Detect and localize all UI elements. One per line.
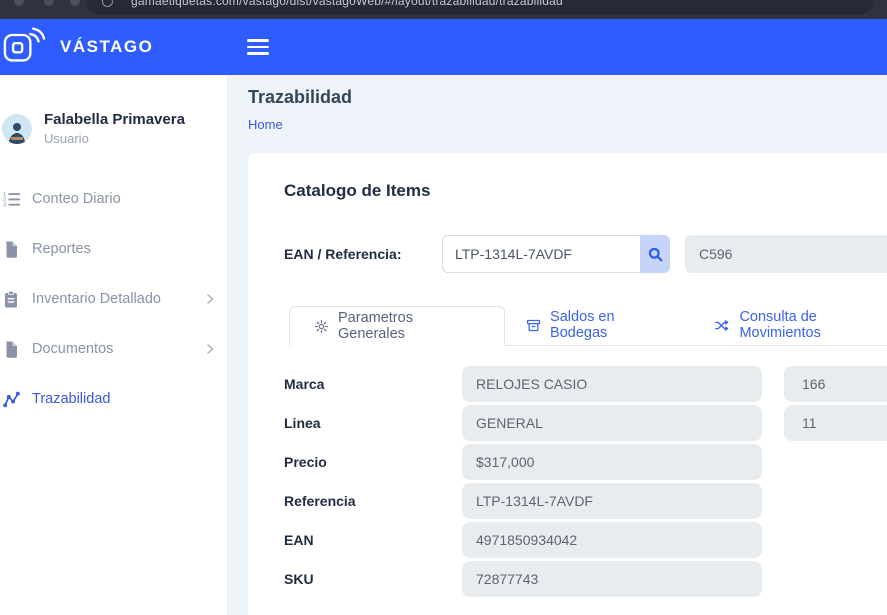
chevron-right-icon bbox=[205, 294, 215, 304]
precio-value-field: $317,000 bbox=[462, 444, 762, 480]
sidebar-item-documentos[interactable]: Documentos bbox=[0, 324, 227, 374]
user-avatar bbox=[2, 114, 32, 144]
brand-name: VÁSTAGO bbox=[60, 37, 153, 57]
archive-icon bbox=[526, 318, 541, 333]
sidebar-item-label: Conteo Diario bbox=[32, 191, 121, 207]
user-role: Usuario bbox=[44, 131, 185, 146]
tab-bar: Parametros Generales Saldos en Bodegas bbox=[289, 306, 887, 346]
file-icon bbox=[2, 240, 20, 258]
search-icon bbox=[648, 247, 663, 262]
brand-zone: VÁSTAGO bbox=[0, 25, 228, 70]
sidebar-menu: 1 2 3 Conteo Diario Reportes bbox=[0, 174, 227, 424]
svg-text:3: 3 bbox=[3, 202, 6, 207]
site-info-icon[interactable] bbox=[102, 0, 113, 7]
marca-value-field: RELOJES CASIO bbox=[462, 366, 762, 402]
ordered-list-icon: 1 2 3 bbox=[2, 190, 20, 208]
search-button[interactable] bbox=[640, 235, 670, 273]
sku-value-field: 72877743 bbox=[462, 561, 762, 597]
main-content: Trazabilidad Home Catalogo de Items EAN … bbox=[228, 75, 887, 615]
sidebar-item-label: Documentos bbox=[32, 341, 113, 357]
gear-icon bbox=[314, 319, 329, 334]
browser-chrome: gamaetiquetas.com/vastago/dist/vastagoWe… bbox=[0, 0, 887, 19]
field-row-referencia: Referencia LTP-1314L-7AVDF bbox=[284, 483, 887, 519]
field-label: Linea bbox=[284, 415, 462, 431]
url-text[interactable]: gamaetiquetas.com/vastago/dist/vastagoWe… bbox=[131, 0, 563, 8]
tab-label: Parametros Generales bbox=[338, 310, 480, 342]
sidebar-item-conteo-diario[interactable]: 1 2 3 Conteo Diario bbox=[0, 174, 227, 224]
hamburger-menu-icon[interactable] bbox=[247, 35, 269, 59]
field-label: Marca bbox=[284, 376, 462, 392]
address-bar[interactable]: gamaetiquetas.com/vastago/dist/vastagoWe… bbox=[86, 0, 873, 15]
field-label: Precio bbox=[284, 454, 462, 470]
field-label: EAN bbox=[284, 532, 462, 548]
field-label: Referencia bbox=[284, 493, 462, 509]
user-profile: Falabella Primavera Usuario bbox=[2, 111, 227, 146]
user-name: Falabella Primavera bbox=[44, 111, 185, 128]
clipboard-icon bbox=[2, 290, 20, 308]
field-row-sku: SKU 72877743 bbox=[284, 561, 887, 597]
field-row-linea: Linea GENERAL 11 bbox=[284, 405, 887, 441]
route-icon bbox=[2, 390, 20, 408]
shuffle-icon bbox=[714, 318, 730, 333]
card-title: Catalogo de Items bbox=[284, 181, 887, 201]
browser-toolbar-icon[interactable] bbox=[44, 0, 54, 6]
item-code-field: C596 bbox=[685, 235, 887, 273]
chevron-right-icon bbox=[205, 344, 215, 354]
tab-consulta-de-movimientos[interactable]: Consulta de Movimientos bbox=[693, 305, 887, 345]
tab-label: Saldos en Bodegas bbox=[550, 309, 672, 341]
page-title: Trazabilidad bbox=[248, 87, 887, 108]
sidebar-item-reportes[interactable]: Reportes bbox=[0, 224, 227, 274]
field-row-marca: Marca RELOJES CASIO 166 bbox=[284, 366, 887, 402]
tab-parametros-generales[interactable]: Parametros Generales bbox=[289, 306, 505, 346]
sidebar-item-label: Inventario Detallado bbox=[32, 291, 161, 307]
breadcrumb-home-link[interactable]: Home bbox=[248, 117, 283, 132]
sidebar: Falabella Primavera Usuario 1 2 3 Conteo… bbox=[0, 75, 228, 615]
field-row-precio: Precio $317,000 bbox=[284, 444, 887, 480]
sidebar-item-inventario-detallado[interactable]: Inventario Detallado bbox=[0, 274, 227, 324]
sidebar-item-label: Trazabilidad bbox=[32, 391, 110, 407]
linea-code-field: 11 bbox=[784, 405, 887, 441]
tab-saldos-en-bodegas[interactable]: Saldos en Bodegas bbox=[505, 305, 693, 345]
sidebar-item-trazabilidad[interactable]: Trazabilidad bbox=[0, 374, 227, 424]
file-icon bbox=[2, 340, 20, 358]
ean-referencia-input[interactable] bbox=[442, 235, 640, 273]
field-label: SKU bbox=[284, 571, 462, 587]
rfid-tag-logo-icon bbox=[2, 25, 46, 70]
catalog-card: Catalogo de Items EAN / Referencia: bbox=[248, 153, 887, 615]
tab-label: Consulta de Movimientos bbox=[739, 309, 887, 341]
search-row: EAN / Referencia: C596 bbox=[284, 235, 887, 273]
sidebar-item-label: Reportes bbox=[32, 241, 91, 257]
ean-value-field: 4971850934042 bbox=[462, 522, 762, 558]
browser-toolbar-icon[interactable] bbox=[14, 0, 24, 6]
field-row-ean: EAN 4971850934042 bbox=[284, 522, 887, 558]
browser-toolbar-icon[interactable] bbox=[70, 0, 80, 6]
linea-value-field: GENERAL bbox=[462, 405, 762, 441]
ean-referencia-label: EAN / Referencia: bbox=[284, 246, 442, 262]
item-detail-fields: Marca RELOJES CASIO 166 Linea GENERAL 11… bbox=[284, 366, 887, 597]
referencia-value-field: LTP-1314L-7AVDF bbox=[462, 483, 762, 519]
app-header: VÁSTAGO bbox=[0, 19, 887, 75]
marca-code-field: 166 bbox=[784, 366, 887, 402]
